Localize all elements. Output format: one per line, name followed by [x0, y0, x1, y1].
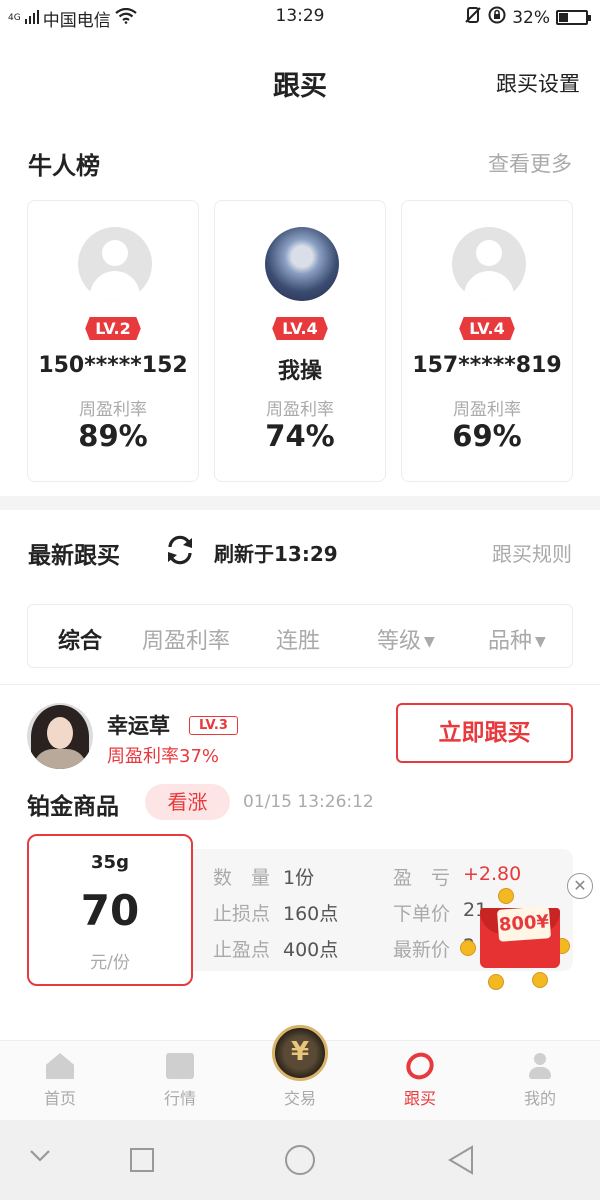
- rotation-lock-icon: [488, 6, 506, 29]
- ranking-cards: LV.2 150*****152 周盈利率 89% LV.4 我操 周盈利率 7…: [27, 200, 573, 482]
- order-price-label: 下单价: [393, 903, 451, 925]
- filter-streak[interactable]: 连胜: [276, 623, 320, 655]
- tab-profile[interactable]: 我的: [500, 1053, 580, 1109]
- trader-name: 150*****152: [38, 353, 188, 378]
- filter-level[interactable]: 等级 ▼: [377, 623, 435, 655]
- refresh-time: 刷新于13:29: [214, 542, 338, 566]
- weekly-rate-value: 74%: [265, 419, 335, 453]
- weekly-rate-label: 周盈利率: [266, 400, 334, 420]
- chevron-down-icon[interactable]: [28, 1148, 52, 1168]
- refresh-icon[interactable]: [162, 532, 198, 568]
- game-avatar: [265, 227, 339, 301]
- status-bar: 4G 中国电信 13:29 32%: [0, 0, 600, 34]
- weekly-rate-label: 周盈利率: [453, 400, 521, 420]
- weekly-rate-value: 69%: [452, 419, 522, 453]
- battery-percent: 32%: [512, 7, 550, 28]
- status-right: 32%: [464, 6, 591, 29]
- system-nav-bar: [0, 1120, 600, 1200]
- divider: [0, 684, 600, 685]
- follow-settings-link[interactable]: 跟买设置: [496, 68, 580, 98]
- follow-rules-link[interactable]: 跟买规则: [492, 538, 572, 567]
- default-avatar-icon: [452, 227, 526, 301]
- stop-loss-label: 止损点: [213, 903, 271, 925]
- back-icon[interactable]: [446, 1144, 476, 1180]
- coin-icon: [460, 940, 476, 956]
- view-more-link[interactable]: 查看更多: [488, 148, 572, 178]
- qty-label: 数 量: [213, 867, 271, 889]
- ranking-card[interactable]: LV.4 157*****819 周盈利率 69%: [401, 200, 573, 482]
- order-datetime: 01/15 13:26:12: [243, 792, 374, 812]
- caret-down-icon: ▼: [535, 634, 546, 650]
- weekly-rate-value: 89%: [78, 419, 148, 453]
- default-avatar-icon: [78, 227, 152, 301]
- qty-value: 1份: [283, 867, 315, 889]
- ranking-title: 牛人榜: [28, 152, 100, 180]
- user-weekly-rate: 周盈利率37%: [107, 746, 220, 767]
- envelope-amount: 800¥: [496, 906, 552, 942]
- pl-label: 盈 亏: [393, 867, 451, 889]
- tab-follow[interactable]: 跟买: [380, 1047, 460, 1109]
- caret-down-icon: ▼: [424, 634, 435, 650]
- filter-weekly-rate[interactable]: 周盈利率: [142, 623, 230, 655]
- ranking-card[interactable]: LV.2 150*****152 周盈利率 89%: [27, 200, 199, 482]
- user-name: 幸运草: [107, 714, 170, 738]
- product-spec-card: 35g 70 元/份: [27, 834, 193, 986]
- recent-apps-icon[interactable]: [128, 1146, 156, 1178]
- coin-icon: [498, 888, 514, 904]
- red-envelope-ad[interactable]: 800¥: [458, 878, 588, 998]
- profile-icon: [526, 1053, 554, 1079]
- trader-name: 我操: [277, 359, 322, 384]
- yuan-icon[interactable]: ¥: [272, 1025, 328, 1081]
- mute-icon: [464, 6, 482, 29]
- ranking-header: 牛人榜 查看更多: [28, 142, 572, 182]
- product-name: 铂金商品: [27, 794, 119, 820]
- take-profit-label: 止盈点: [213, 939, 271, 961]
- level-badge: LV.4: [459, 317, 515, 340]
- battery-icon: [556, 10, 591, 25]
- take-profit-value: 400点: [283, 939, 339, 961]
- latest-header: 最新跟买 刷新于13:29 跟买规则: [28, 528, 572, 572]
- coin-icon: [488, 974, 504, 990]
- spec-weight: 35g: [91, 852, 129, 873]
- weekly-rate-label: 周盈利率: [79, 400, 147, 420]
- trader-name: 157*****819: [412, 353, 562, 378]
- stop-loss-value: 160点: [283, 903, 339, 925]
- filter-variety[interactable]: 品种 ▼: [488, 623, 546, 655]
- tab-market[interactable]: 行情: [140, 1053, 220, 1109]
- tab-home[interactable]: 首页: [20, 1053, 100, 1109]
- section-divider: [0, 496, 600, 510]
- home-icon: [46, 1053, 74, 1079]
- level-badge: LV.3: [189, 716, 238, 735]
- spec-unit: 元/份: [90, 953, 130, 973]
- filter-comprehensive[interactable]: 综合: [58, 623, 102, 655]
- close-icon[interactable]: ✕: [567, 873, 593, 899]
- latest-title: 最新跟买: [28, 543, 120, 569]
- coin-icon: [532, 972, 548, 988]
- ranking-card[interactable]: LV.4 我操 周盈利率 74%: [214, 200, 386, 482]
- market-icon: [166, 1053, 194, 1079]
- latest-price-label: 最新价: [393, 939, 451, 961]
- avatar[interactable]: [27, 703, 93, 769]
- link-icon: [401, 1047, 439, 1085]
- level-badge: LV.2: [85, 317, 141, 340]
- direction-badge: 看涨: [145, 784, 230, 820]
- follow-now-button[interactable]: 立即跟买: [396, 703, 573, 763]
- filter-bar: 综合 周盈利率 连胜 等级 ▼ 品种 ▼: [27, 604, 573, 668]
- home-circle-icon[interactable]: [284, 1144, 316, 1180]
- level-badge: LV.4: [272, 317, 328, 340]
- spec-price: 70: [80, 886, 140, 935]
- page-header: 跟买 跟买设置: [0, 34, 600, 130]
